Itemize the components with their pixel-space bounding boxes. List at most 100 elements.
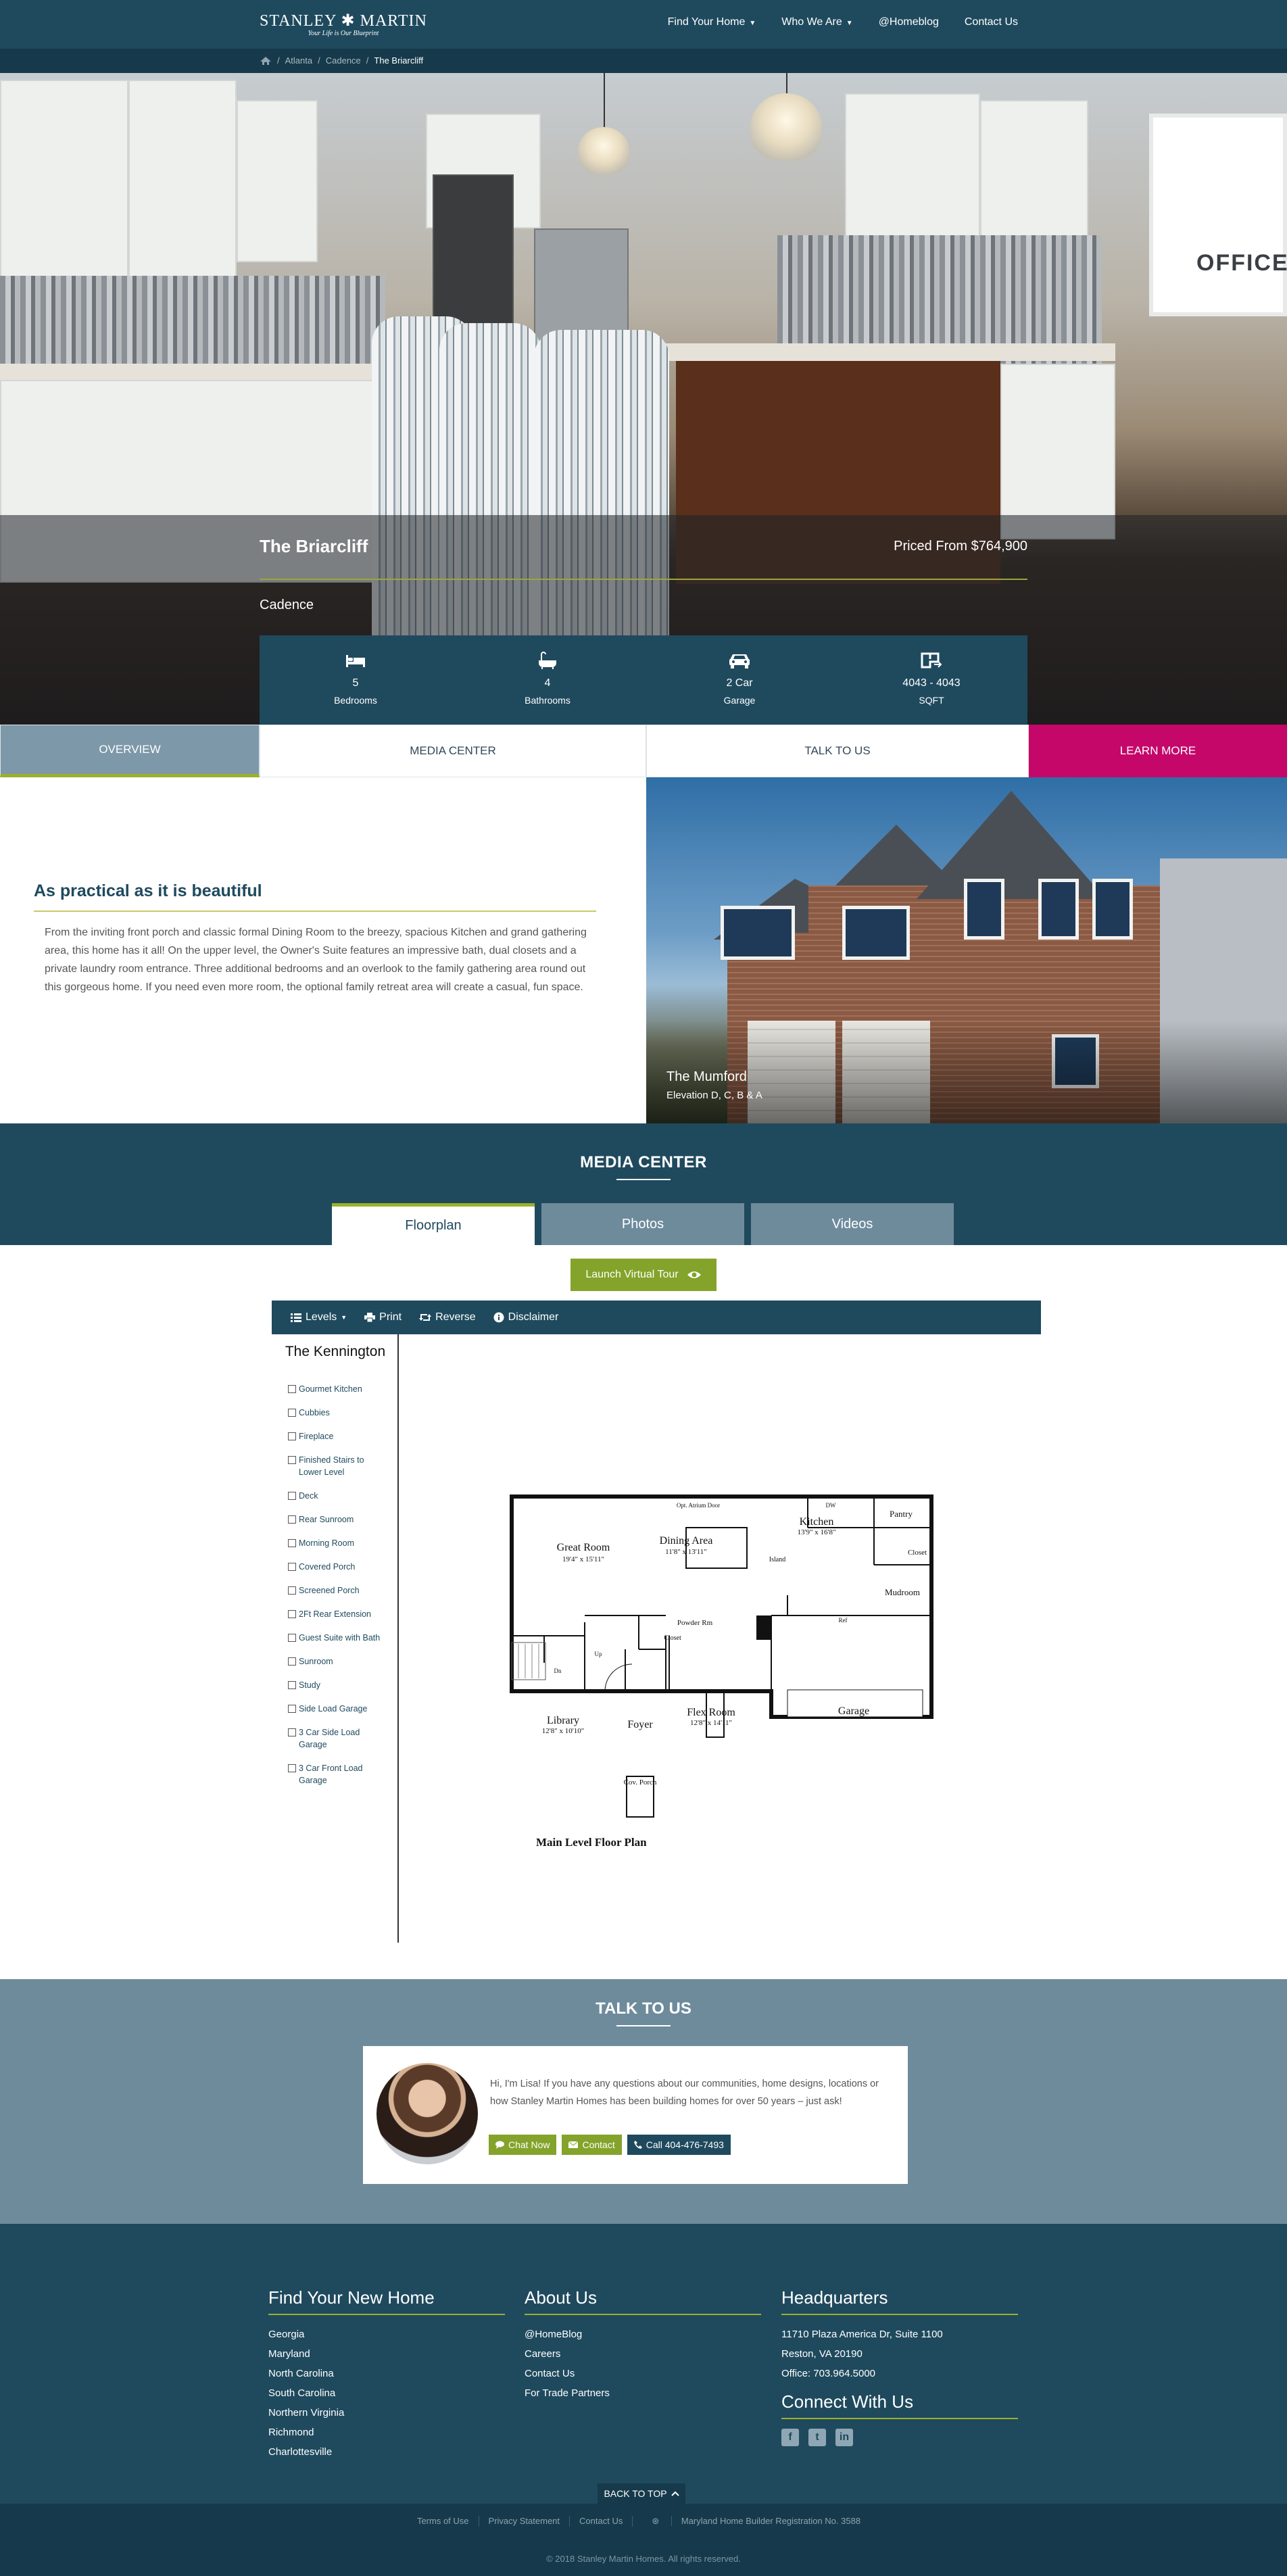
print-icon: [364, 1313, 376, 1322]
checkbox[interactable]: [288, 1492, 296, 1500]
breadcrumb-current: The Briarcliff: [374, 55, 424, 66]
checkbox[interactable]: [288, 1409, 296, 1417]
floorplan-option[interactable]: Gourmet Kitchen: [288, 1383, 389, 1395]
svg-text:Up: Up: [595, 1651, 602, 1657]
footer-link[interactable]: Georgia: [268, 2325, 505, 2344]
checkbox[interactable]: [288, 1610, 296, 1618]
room-label: Closet: [908, 1549, 927, 1557]
terms-link[interactable]: Terms of Use: [408, 2516, 479, 2527]
footer-link[interactable]: For Trade Partners: [525, 2383, 761, 2403]
room-label: Opt. Atrium Door: [677, 1502, 720, 1509]
upper-cabinet: [128, 80, 237, 283]
tab-talk-to-us[interactable]: Talk To Us: [646, 725, 1029, 777]
checkbox[interactable]: [288, 1681, 296, 1689]
floorplan-option[interactable]: 3 Car Front Load Garage: [288, 1762, 389, 1787]
footer-link[interactable]: South Carolina: [268, 2383, 505, 2403]
caret-down-icon: ▼: [341, 1314, 347, 1321]
reverse-button[interactable]: Reverse: [419, 1311, 476, 1323]
contact-link[interactable]: Contact Us: [570, 2516, 633, 2527]
room-label: Island: [769, 1556, 785, 1563]
photo-caption: The Mumford: [666, 1069, 747, 1084]
tab-learn-more[interactable]: Learn More: [1029, 725, 1287, 777]
logo[interactable]: STANLEY ✱ MARTIN Your Life is Our Bluepr…: [260, 12, 427, 38]
checkbox[interactable]: [288, 1456, 296, 1464]
stat-garage: 2 Car Garage: [644, 635, 835, 725]
footer-link[interactable]: Maryland: [268, 2344, 505, 2364]
nav-find-your-home[interactable]: Find Your Home ▼: [668, 16, 756, 28]
floorplan-option[interactable]: Finished Stairs to Lower Level: [288, 1454, 389, 1478]
twitter-icon[interactable]: t: [808, 2429, 826, 2446]
phone-icon: [633, 2141, 642, 2149]
checkbox[interactable]: [288, 1634, 296, 1642]
privacy-link[interactable]: Privacy Statement: [479, 2516, 570, 2527]
room-label: Closet: [664, 1634, 681, 1642]
tab-photos[interactable]: Photos: [541, 1203, 744, 1245]
tab-floorplan[interactable]: Floorplan: [332, 1203, 535, 1245]
floorplan-option[interactable]: 3 Car Side Load Garage: [288, 1726, 389, 1751]
floorplan-option[interactable]: Guest Suite with Bath: [288, 1632, 389, 1644]
disclaimer-button[interactable]: Disclaimer: [493, 1311, 558, 1323]
svg-text:19'4" x 15'11": 19'4" x 15'11": [562, 1555, 604, 1563]
pendant-light: [750, 93, 822, 161]
floorplan-option[interactable]: Sunroom: [288, 1655, 389, 1668]
lower-cabinet: [1000, 364, 1115, 539]
tab-videos[interactable]: Videos: [751, 1203, 954, 1245]
footer-link[interactable]: Contact Us: [525, 2364, 761, 2383]
footer-link[interactable]: @HomeBlog: [525, 2325, 761, 2344]
nav-who-we-are[interactable]: Who We Are ▼: [781, 16, 852, 28]
checkbox[interactable]: [288, 1586, 296, 1595]
envelope-icon: [568, 2141, 579, 2148]
floorplan-option[interactable]: Morning Room: [288, 1537, 389, 1549]
footer-link[interactable]: Northern Virginia: [268, 2403, 505, 2423]
nav-menu: Find Your Home ▼ Who We Are ▼ @Homeblog Co…: [668, 16, 1018, 28]
nav-homeblog[interactable]: @Homeblog: [879, 16, 939, 28]
floorplan-option[interactable]: Deck: [288, 1490, 389, 1502]
checkbox[interactable]: [288, 1705, 296, 1713]
tab-media-center[interactable]: Media Center: [260, 725, 646, 777]
footer-link[interactable]: North Carolina: [268, 2364, 505, 2383]
checkbox[interactable]: [288, 1385, 296, 1393]
checkbox[interactable]: [288, 1563, 296, 1571]
svg-text:11'8" x 13'11": 11'8" x 13'11": [665, 1548, 707, 1556]
call-button[interactable]: Call 404-476-7493: [627, 2135, 731, 2155]
levels-dropdown[interactable]: Levels ▼: [291, 1311, 347, 1323]
floorplan-option[interactable]: 2Ft Rear Extension: [288, 1608, 389, 1620]
divider: [34, 910, 596, 912]
floorplan-option[interactable]: Study: [288, 1679, 389, 1691]
overview-description: From the inviting front porch and classi…: [45, 927, 587, 993]
footer-link[interactable]: Careers: [525, 2344, 761, 2364]
floorplan-option[interactable]: Cubbies: [288, 1407, 389, 1419]
copyright: © 2018 Stanley Martin Homes. All rights …: [546, 2554, 741, 2564]
registration-link[interactable]: ⊛ Maryland Home Builder Registration No.…: [633, 2516, 879, 2527]
launch-virtual-tour-button[interactable]: Launch Virtual Tour: [570, 1259, 717, 1291]
nav-contact-us[interactable]: Contact Us: [965, 16, 1018, 28]
checkbox[interactable]: [288, 1657, 296, 1666]
floorplan-option[interactable]: Side Load Garage: [288, 1703, 389, 1715]
checkbox[interactable]: [288, 1515, 296, 1524]
footer-heading: Connect With Us: [781, 2391, 1018, 2419]
linkedin-icon[interactable]: in: [835, 2429, 853, 2446]
facebook-icon[interactable]: f: [781, 2429, 799, 2446]
chevron-up-icon: [671, 2491, 679, 2496]
tab-overview[interactable]: Overview: [0, 725, 260, 777]
floorplan-option[interactable]: Covered Porch: [288, 1561, 389, 1573]
print-button[interactable]: Print: [364, 1311, 402, 1323]
floorplan-option[interactable]: Fireplace: [288, 1430, 389, 1442]
contact-button[interactable]: Contact: [562, 2135, 622, 2155]
breadcrumb-cadence[interactable]: Cadence: [326, 55, 361, 66]
checkbox[interactable]: [288, 1539, 296, 1547]
chat-now-button[interactable]: Chat Now: [489, 2135, 557, 2155]
breadcrumb-atlanta[interactable]: Atlanta: [285, 55, 312, 66]
floorplan-option[interactable]: Rear Sunroom: [288, 1513, 389, 1526]
overview-title: As practical as it is beautiful: [34, 881, 262, 900]
community-name: Cadence: [260, 598, 314, 612]
back-to-top-button[interactable]: BACK TO TOP: [598, 2483, 685, 2504]
checkbox[interactable]: [288, 1728, 296, 1736]
floorplan-option[interactable]: Screened Porch: [288, 1584, 389, 1597]
footer-link[interactable]: Richmond: [268, 2423, 505, 2442]
checkbox[interactable]: [288, 1432, 296, 1440]
room-label: Pantry: [890, 1509, 913, 1519]
checkbox[interactable]: [288, 1764, 296, 1772]
home-icon[interactable]: [260, 56, 272, 66]
footer-link[interactable]: Charlottesville: [268, 2442, 505, 2462]
